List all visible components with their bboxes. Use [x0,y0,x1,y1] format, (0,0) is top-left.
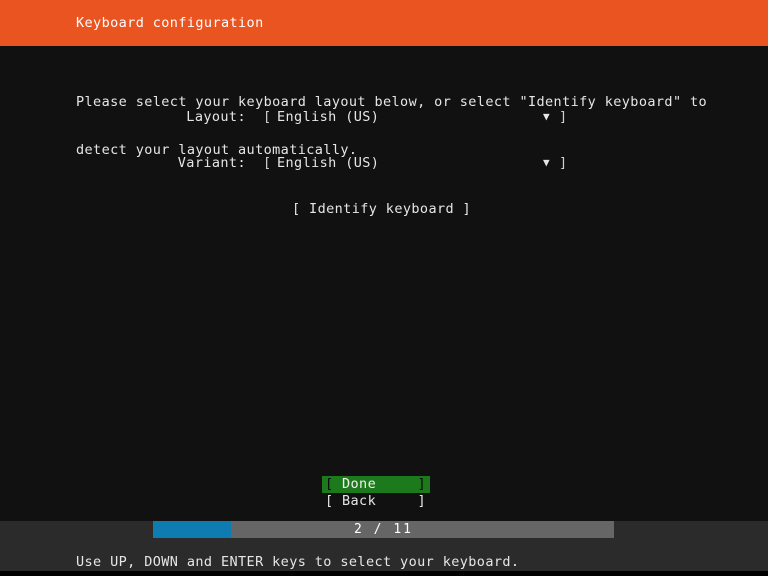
variant-label: Variant: [177,155,246,171]
header-bar: Keyboard configuration [0,0,768,46]
variant-select-value[interactable]: English (US) [277,154,379,172]
bottom-strip [0,571,768,576]
layout-row[interactable]: Layout: [ English (US) ▼ ] [0,108,768,126]
chevron-down-icon[interactable]: ▼ [543,154,550,172]
variant-bracket-open: [ [263,155,272,171]
identify-keyboard-button[interactable]: [ Identify keyboard ] [292,200,471,218]
layout-select-value[interactable]: English (US) [277,108,379,126]
progress-step-text: 2 / 11 [354,522,413,537]
done-bracket-open: [ [325,476,334,492]
done-bracket-close: ] [417,476,426,492]
back-button-label: Back [342,493,377,509]
back-bracket-close: ] [417,493,426,509]
page-title: Keyboard configuration [76,15,264,31]
layout-bracket-close: ] [559,109,568,125]
progress-bar: 2 / 11 [153,521,614,538]
variant-bracket-close: ] [559,155,568,171]
keyboard-hint-text: Use UP, DOWN and ENTER keys to select yo… [76,554,520,570]
done-button-label: Done [342,476,377,492]
back-bracket-open: [ [325,493,334,509]
back-button[interactable]: [ Back ] [322,493,430,510]
layout-label: Layout: [186,109,246,125]
layout-bracket-open: [ [263,109,272,125]
done-button[interactable]: [ Done ] [322,476,430,493]
variant-row[interactable]: Variant: [ English (US) ▼ ] [0,154,768,172]
installer-screen: Keyboard configuration Please select you… [0,0,768,576]
chevron-down-icon[interactable]: ▼ [543,108,550,126]
